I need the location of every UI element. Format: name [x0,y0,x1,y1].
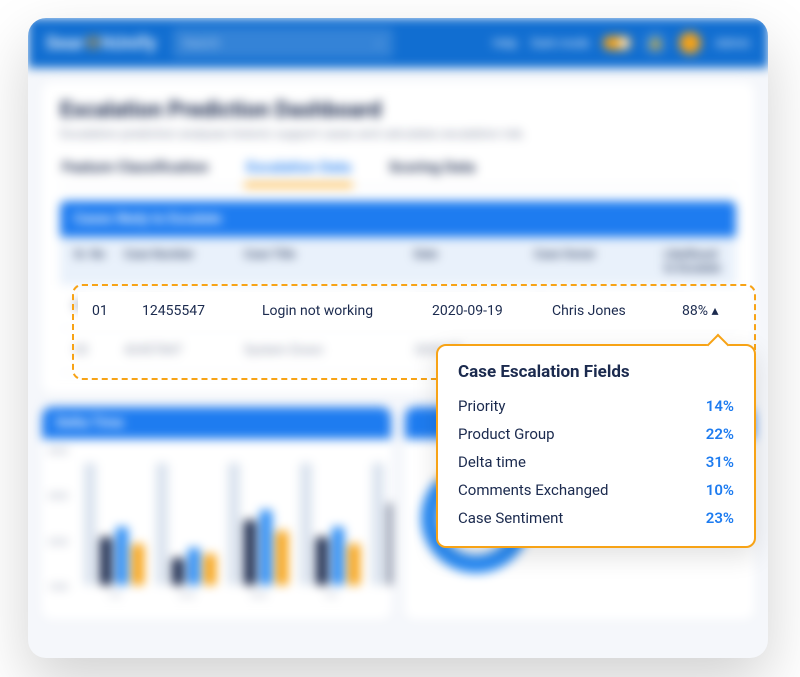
popover-row: Comments Exchanged10% [458,476,734,504]
page-subtitle: Escalation prediction analyzes historic … [60,127,736,142]
delta-panel-title: Delta Time [42,407,391,439]
popover-title: Case Escalation Fields [458,362,734,382]
brand-o-icon: O [87,33,100,54]
tab-escalation-data[interactable]: Escalation Data [244,158,352,186]
cell-date: 2020-09-19 [432,303,552,319]
notifications-icon[interactable]: 🔔 [645,33,665,53]
popover-row: Product Group22% [458,420,734,448]
delta-time-chart: 4000300020001000 7.012.016.07.016.016.01… [42,439,391,619]
tab-scoring-data[interactable]: Scoring Data [387,158,477,186]
section-title: Cases likely to Escalate [60,201,736,237]
tabs: Feature Classification Escalation Data S… [60,158,736,187]
darkmode-label: Dark mode [531,36,589,50]
popover-row: Case Sentiment23% [458,504,734,532]
darkmode-toggle[interactable] [603,36,631,50]
caret-up-icon: ▴ [711,303,718,319]
page-title: Escalation Prediction Dashboard [60,98,736,123]
table-header: Sr. No Case Number Case Title Date Case … [60,237,736,285]
tab-feature-classification[interactable]: Feature Classification [60,158,210,186]
cell-likelihood: 88% ▴ [682,303,736,319]
search-placeholder: Search [183,36,220,50]
delta-time-panel: Delta Time 4000300020001000 7.012.016.07… [42,407,391,619]
topbar: SearOhUnify Search ⌕ Help Dark mode 🔔 Ad… [28,18,768,68]
cell-case-number: 12455547 [142,303,262,319]
search-icon: ⌕ [376,36,383,51]
popover-row: Delta time31% [458,448,734,476]
case-escalation-popover: Case Escalation Fields Priority14% Produ… [436,344,756,548]
cell-sr: 01 [92,303,142,319]
popover-row: Priority14% [458,392,734,420]
avatar[interactable] [679,32,701,54]
help-link[interactable]: Help [493,36,518,50]
cell-owner: Chris Jones [552,303,682,319]
focused-row[interactable]: 01 12455547 Login not working 2020-09-19… [78,292,750,330]
brand-logo: SearOhUnify [46,33,157,54]
admin-label: Admin [715,36,750,50]
cell-case-title: Login not working [262,303,432,319]
search-input[interactable]: Search ⌕ [173,28,393,58]
